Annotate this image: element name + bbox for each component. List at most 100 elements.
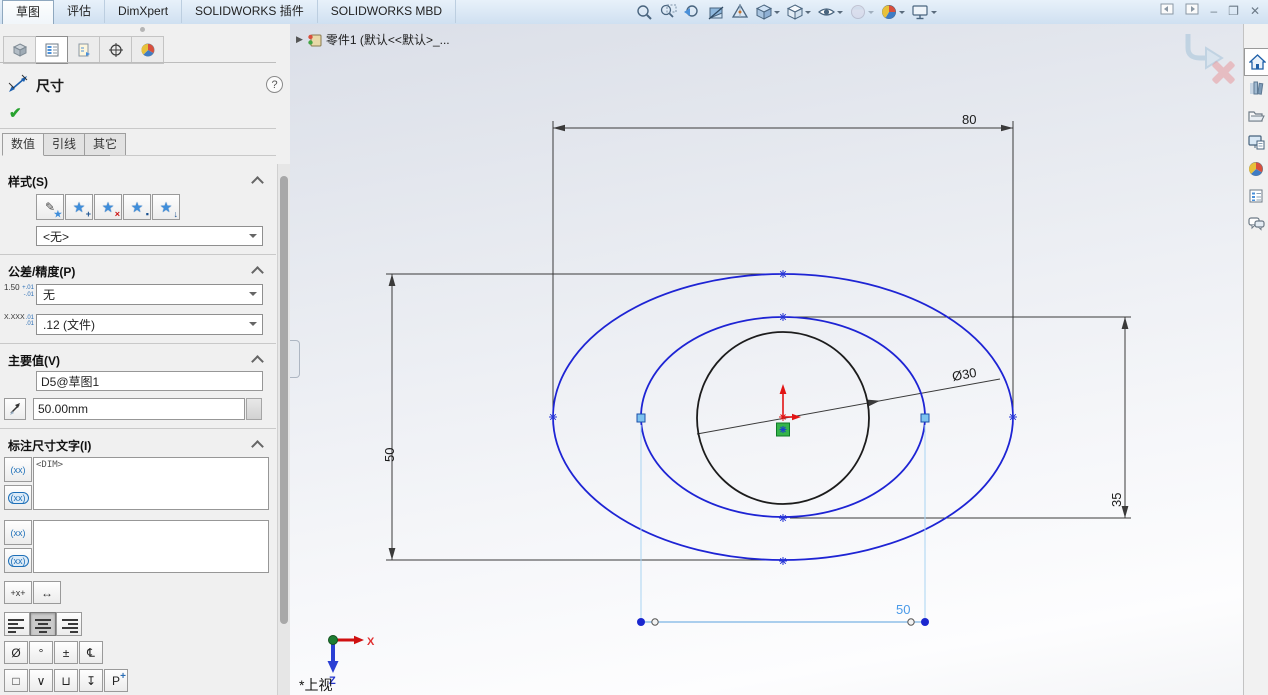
dim-endpoint-handle[interactable] bbox=[637, 618, 645, 626]
dimension-35-lines[interactable] bbox=[790, 317, 1131, 518]
file-explorer-icon[interactable] bbox=[1244, 102, 1268, 128]
collapse-left-panel-icon[interactable] bbox=[1160, 3, 1174, 19]
configuration-manager-tab[interactable] bbox=[68, 36, 100, 64]
tab-evaluate[interactable]: 评估 bbox=[54, 0, 105, 23]
appearances-icon[interactable] bbox=[1244, 156, 1268, 182]
align-center-button[interactable] bbox=[30, 612, 56, 636]
drawing-view-icon[interactable] bbox=[730, 1, 750, 23]
edit-appearance-icon[interactable] bbox=[848, 1, 875, 23]
parentheses-button[interactable]: (xx) bbox=[4, 457, 32, 482]
apply-scene-icon[interactable] bbox=[879, 1, 906, 23]
hide-show-items-icon[interactable] bbox=[816, 1, 844, 23]
more-symbols-button[interactable]: P + bbox=[104, 669, 128, 692]
tab-mbd[interactable]: SOLIDWORKS MBD bbox=[318, 0, 456, 23]
inspection-button-2[interactable]: (xx) bbox=[4, 548, 32, 573]
value-thumbwheel[interactable] bbox=[246, 398, 262, 420]
panel-pin-dot[interactable] bbox=[140, 27, 145, 32]
view-orientation-caret[interactable] bbox=[774, 11, 780, 17]
dim-diameter-label[interactable]: Ø30 bbox=[951, 365, 978, 384]
panel-scrollbar-thumb[interactable] bbox=[280, 176, 288, 624]
selected-dim-extension-lines[interactable] bbox=[641, 425, 925, 622]
edit-appearance-caret[interactable] bbox=[868, 11, 874, 17]
ellipse-vertex-handle[interactable] bbox=[921, 414, 929, 422]
style-section-header[interactable]: 样式(S) bbox=[0, 170, 276, 190]
section-view-icon[interactable] bbox=[706, 1, 726, 23]
dim-80-label[interactable]: 80 bbox=[962, 112, 976, 127]
tolerance-dropdown[interactable]: 无 bbox=[36, 284, 263, 305]
ellipse-vertex-handle[interactable] bbox=[637, 414, 645, 422]
collapse-chevron-icon[interactable] bbox=[251, 176, 264, 189]
minimize-button[interactable]: – bbox=[1210, 3, 1217, 19]
zoom-to-area-icon[interactable] bbox=[658, 1, 678, 23]
square-symbol-button[interactable]: □ bbox=[4, 669, 28, 692]
align-right-button[interactable] bbox=[56, 612, 82, 636]
display-style-icon[interactable] bbox=[785, 1, 812, 23]
precision-dropdown[interactable]: .12 (文件) bbox=[36, 314, 263, 335]
tab-addins[interactable]: SOLIDWORKS 插件 bbox=[182, 0, 318, 23]
panel-scrollbar[interactable] bbox=[277, 164, 290, 695]
close-button[interactable]: ✕ bbox=[1250, 3, 1260, 19]
style-dropdown[interactable]: <无> bbox=[36, 226, 263, 246]
collapse-chevron-icon[interactable] bbox=[251, 440, 264, 453]
parentheses-button-2[interactable]: (xx) bbox=[4, 520, 32, 545]
dimxpert-manager-tab[interactable] bbox=[100, 36, 132, 64]
dim-arrow-grip[interactable] bbox=[652, 619, 658, 625]
add-favorite-button[interactable]: ★ + bbox=[65, 194, 93, 220]
design-library-icon[interactable] bbox=[1244, 75, 1268, 101]
dimension-80-lines[interactable] bbox=[553, 121, 1013, 409]
collapse-chevron-icon[interactable] bbox=[251, 355, 264, 368]
delete-favorite-button[interactable]: ★ × bbox=[94, 194, 122, 220]
restore-button[interactable]: ❐ bbox=[1228, 3, 1239, 19]
view-settings-icon[interactable] bbox=[910, 1, 938, 23]
inspection-button[interactable]: (xx) bbox=[4, 485, 32, 510]
centerline-symbol-button[interactable]: ℄ bbox=[79, 641, 103, 664]
subtab-leaders[interactable]: 引线 bbox=[44, 133, 85, 156]
sketch-canvas[interactable]: 80 50 35 Ø30 bbox=[290, 24, 1243, 695]
load-favorite-button[interactable]: ★ ↓ bbox=[152, 194, 180, 220]
dim-50-label[interactable]: 50 bbox=[382, 448, 397, 462]
primary-value-section-header[interactable]: 主要值(V) bbox=[0, 349, 276, 369]
tolerance-section-header[interactable]: 公差/精度(P) bbox=[0, 260, 276, 280]
home-icon[interactable] bbox=[1244, 48, 1268, 76]
view-settings-caret[interactable] bbox=[931, 11, 937, 17]
offset-text-button[interactable]: +x+ bbox=[4, 581, 32, 604]
custom-properties-icon[interactable] bbox=[1244, 183, 1268, 209]
dim-selected-label[interactable]: 50 bbox=[896, 602, 910, 617]
collapse-chevron-icon[interactable] bbox=[251, 266, 264, 279]
save-favorite-button[interactable]: ★ ▪ bbox=[123, 194, 151, 220]
subtab-value[interactable]: 数值 bbox=[2, 133, 44, 156]
feature-manager-tab[interactable] bbox=[3, 36, 36, 64]
dimension-text-area-2[interactable] bbox=[33, 520, 269, 573]
zoom-to-fit-icon[interactable] bbox=[634, 1, 654, 23]
plusminus-symbol-button[interactable]: ± bbox=[54, 641, 78, 664]
dimension-50-lines[interactable] bbox=[386, 274, 795, 560]
dim-arrow-grip[interactable] bbox=[908, 619, 914, 625]
tab-dimxpert[interactable]: DimXpert bbox=[105, 0, 182, 23]
apply-default-attributes-button[interactable]: ✎ ★ bbox=[36, 194, 64, 220]
property-manager-tab[interactable] bbox=[36, 36, 68, 64]
help-icon[interactable]: ? bbox=[266, 76, 283, 93]
hide-show-caret[interactable] bbox=[837, 11, 843, 17]
dimension-text-area[interactable]: <DIM> bbox=[33, 457, 269, 510]
dim-35-label[interactable]: 35 bbox=[1109, 493, 1124, 507]
dimension-value-field[interactable] bbox=[33, 398, 245, 420]
forum-icon[interactable] bbox=[1244, 210, 1268, 236]
counterbore-symbol-button[interactable]: ⊔ bbox=[54, 669, 78, 692]
tab-sketch[interactable]: 草图 bbox=[2, 0, 54, 25]
diameter-leader-line[interactable] bbox=[697, 379, 1000, 434]
view-palette-icon[interactable] bbox=[1244, 129, 1268, 155]
dimension-text-section-header[interactable]: 标注尺寸文字(I) bbox=[0, 434, 276, 454]
angle-text-button[interactable]: ↔ bbox=[33, 581, 61, 604]
collapse-right-panel-icon[interactable] bbox=[1185, 3, 1199, 19]
diameter-symbol-button[interactable]: Ø bbox=[4, 641, 28, 664]
view-orientation-icon[interactable] bbox=[754, 1, 781, 23]
previous-view-icon[interactable] bbox=[682, 1, 702, 23]
display-manager-tab[interactable] bbox=[132, 36, 164, 64]
degree-symbol-button[interactable]: ° bbox=[29, 641, 53, 664]
ok-button[interactable]: ✔ bbox=[9, 104, 22, 122]
center-point-handle[interactable] bbox=[777, 423, 790, 436]
display-style-caret[interactable] bbox=[805, 11, 811, 17]
subtab-other[interactable]: 其它 bbox=[85, 133, 126, 156]
countersink-symbol-button[interactable]: ∨ bbox=[29, 669, 53, 692]
graphics-area[interactable]: ▶ 零件1 (默认<<默认>_... 80 50 bbox=[290, 24, 1243, 695]
